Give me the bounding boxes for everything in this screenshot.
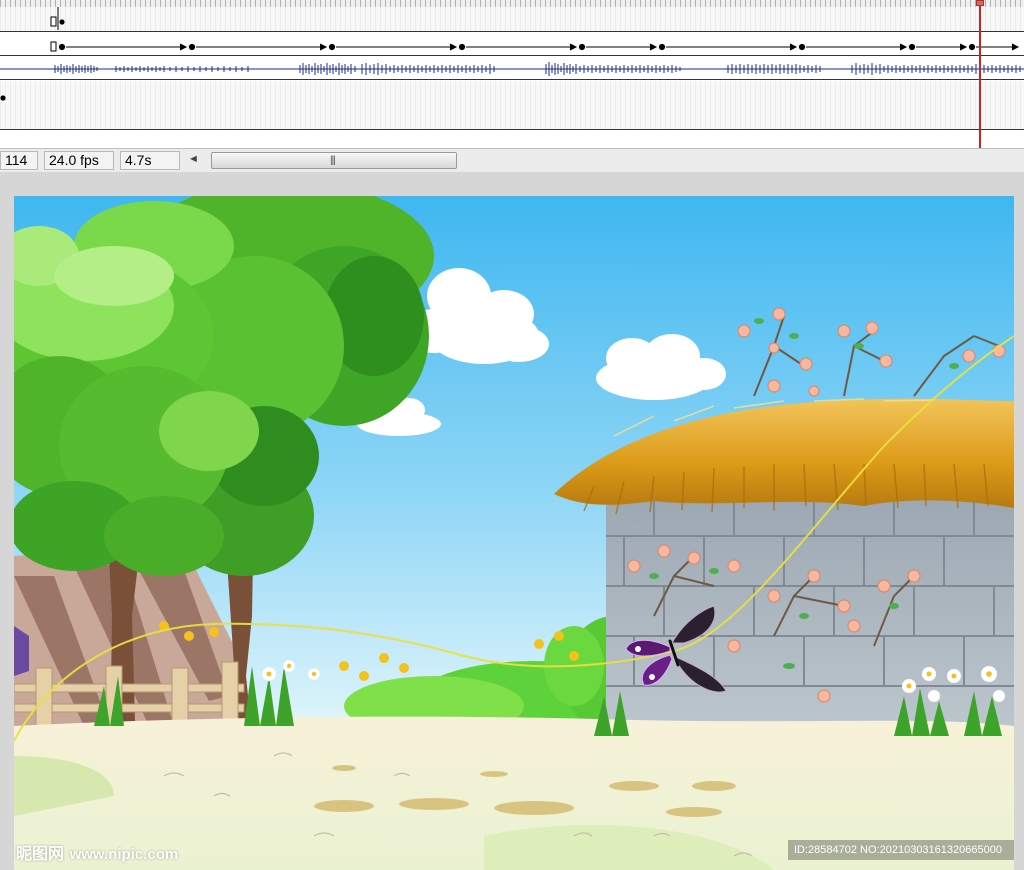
watermark-site-url: www.nipic.com [69, 846, 179, 863]
stage-canvas[interactable] [14, 196, 1014, 870]
timeline-status-bar: 114 24.0 fps 4.7s ◄ ||| [0, 148, 1024, 174]
scene-artwork [14, 196, 1014, 870]
motion-tween-track[interactable] [58, 43, 1020, 51]
audio-waveform [0, 62, 1024, 76]
scroll-left-arrow-icon[interactable]: ◄ [188, 153, 199, 165]
frame-rate-field[interactable]: 24.0 fps [44, 151, 114, 170]
timeline-panel [0, 0, 1024, 150]
playhead-handle[interactable] [976, 0, 984, 6]
horizontal-scrollbar-thumb[interactable]: ||| [211, 152, 457, 169]
timeline-frames[interactable] [0, 0, 1024, 150]
keyframe-marker[interactable] [0, 95, 6, 101]
watermark-image-id: ID:28584702 NO:20210303161320665000 [788, 840, 1014, 860]
empty-keyframe-marker[interactable] [50, 41, 57, 52]
watermark-site: 昵图网 www.nipic.com [16, 840, 178, 864]
scroll-grip-icon: ||| [330, 155, 336, 166]
watermark-site-name: 昵图网 [16, 844, 65, 863]
current-frame-field[interactable]: 114 [0, 151, 38, 170]
stone-hut [554, 398, 1014, 746]
elapsed-time-field: 4.7s [120, 151, 180, 170]
playhead[interactable] [979, 0, 981, 150]
empty-keyframe-marker[interactable] [50, 16, 57, 27]
keyframe-marker[interactable] [59, 19, 65, 25]
